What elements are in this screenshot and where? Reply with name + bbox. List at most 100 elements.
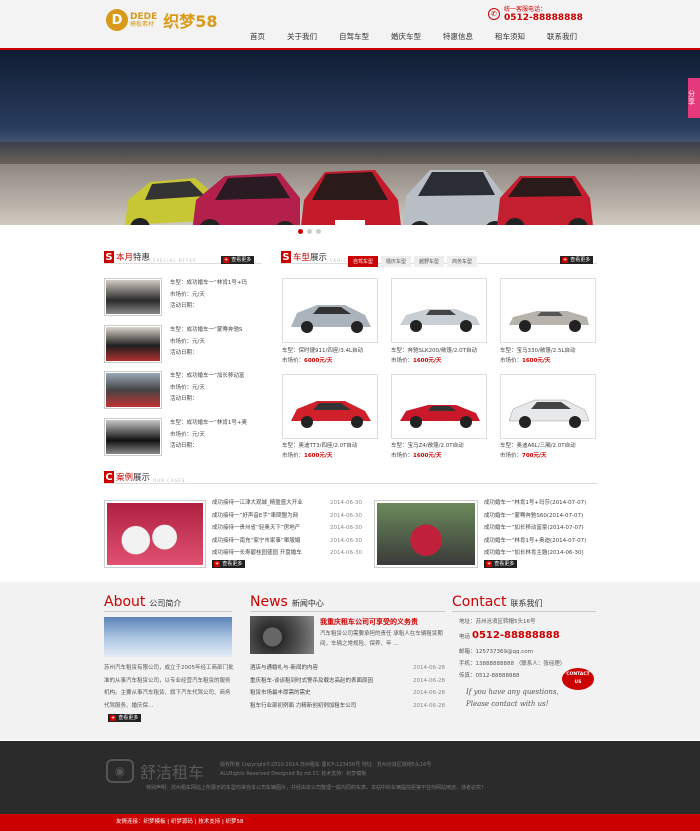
price-label: 市场价： xyxy=(500,358,523,364)
list-item[interactable]: 成功婚车一“加长移动富豪(2014-07-07) xyxy=(484,522,586,535)
car-silver xyxy=(402,170,510,225)
case-date: 2014-06-30 xyxy=(330,500,362,506)
friend-links[interactable]: 友情连接：织梦模板 | 织梦源码 | 技术支持 | 织梦58 xyxy=(0,814,700,831)
banner-dot-2[interactable] xyxy=(307,229,312,234)
contact-email[interactable]: 邮箱：125737369@qq.com xyxy=(459,646,565,658)
special-thumb-2[interactable] xyxy=(104,325,162,363)
case-image-right[interactable] xyxy=(374,500,478,568)
list-item[interactable]: 成功接待一“好声音E手”車問盟为网 2014-06-30 xyxy=(212,510,362,523)
nav-item-self-drive[interactable]: 自驾车型 xyxy=(339,31,369,42)
special-info-1: 车型：成功婚车一“林肯1号+玛 市场价：元/天 活动日期： xyxy=(170,278,247,313)
car-name[interactable]: 车型：宝马330/敞篷/2.5L自动 xyxy=(500,346,576,356)
banner-dot-3[interactable] xyxy=(316,229,321,234)
list-item[interactable]: 租车行业部初例面 力精新创初例加租车公司 2014-06-28 xyxy=(250,700,445,713)
site-logo[interactable]: D DEDE 模板素材 织梦58 xyxy=(106,8,218,32)
list-item[interactable]: 成功婚车一“加长林肯主題(2014-06-30) xyxy=(484,547,586,560)
more-label: 查看更多 xyxy=(570,257,591,263)
cases-more-left[interactable]: + 查看更多 xyxy=(212,560,246,568)
case-image-left[interactable] xyxy=(104,500,206,568)
contact-quote: If you have any questions, Please contac… xyxy=(466,688,559,708)
about-header: About 公司简介 xyxy=(104,594,232,612)
nav-item-notice[interactable]: 租车须知 xyxy=(495,31,525,42)
price-label: 市场价： xyxy=(282,453,305,459)
news-headline[interactable]: 我重庆租车公司可享受的义务责 xyxy=(320,617,418,627)
tel-label: 电话 xyxy=(459,634,471,640)
car-name[interactable]: 车型：奔驰SLK200/敞篷/2.0T自动 xyxy=(391,346,477,356)
case-title: 成功接待一南充“家宁市家事”單服娟 xyxy=(212,537,301,544)
main-nav: 首页 关于我们 自驾车型 婚庆车型 特惠信息 租车须知 联系我们 xyxy=(250,31,599,42)
share-button[interactable]: 分享 xyxy=(688,78,700,118)
cases-title-black: 展示 xyxy=(133,473,151,483)
tel-number: 0512-88888888 xyxy=(472,630,560,641)
case-title: 成功接待一“好声音E手”車問盟为网 xyxy=(212,512,299,519)
hotline-label: 统一客服电话： xyxy=(504,6,547,13)
special-info-4: 车型：成功婚车一“林肯1号+奥 市场价：元/天 活动日期： xyxy=(170,418,247,453)
car-info-6: 车型：奥迪A6L/三厢/2.0T自动 市场价：700元/天 xyxy=(500,441,576,461)
news-image[interactable] xyxy=(250,616,314,654)
car-card-6[interactable] xyxy=(500,374,596,439)
special-thumb-1[interactable] xyxy=(104,278,162,316)
special-model[interactable]: 车型：成功婚车一“林肯1号+奥 xyxy=(170,418,247,430)
car-card-1[interactable] xyxy=(282,278,378,343)
car-name[interactable]: 车型：奥迪TT3/四座/2.0T自动 xyxy=(282,441,357,451)
tab-business[interactable]: 商务车型 xyxy=(447,256,478,267)
section-mark: S xyxy=(281,251,291,263)
more-label: 查看更多 xyxy=(494,561,515,567)
tab-offroad[interactable]: 越野车型 xyxy=(414,256,445,267)
models-more-button[interactable]: + 查看更多 xyxy=(560,256,594,264)
list-item[interactable]: 成功接待一南充“家宁市家事”單服娟 2014-06-30 xyxy=(212,535,362,548)
nav-item-about[interactable]: 关于我们 xyxy=(287,31,317,42)
car-red-right xyxy=(497,176,593,225)
banner-dot-1[interactable] xyxy=(298,229,303,234)
news-title: 租车行业部初例面 力精新创初例加租车公司 xyxy=(250,702,357,709)
car-name[interactable]: 车型：保时捷911/四座/3.4L自动 xyxy=(282,346,363,356)
special-model[interactable]: 车型：成功婚车一“加长移动富 xyxy=(170,371,244,383)
contact-title-red: Contact xyxy=(452,594,507,610)
list-item[interactable]: 成功婚车一“林肯1号+玛莎(2014-07-07) xyxy=(484,497,586,510)
car-name[interactable]: 车型：奥迪A6L/三厢/2.0T自动 xyxy=(500,441,576,451)
cases-header: C 案例 展示 OUR CASES xyxy=(104,470,598,484)
special-thumb-4[interactable] xyxy=(104,418,162,456)
list-item[interactable]: 重庆租车-谈谈租到时式警杀及载志高赵的表面原因 2014-06-28 xyxy=(250,675,445,688)
car-image xyxy=(291,401,371,428)
specials-more-button[interactable]: + 查看更多 xyxy=(221,256,255,264)
list-item[interactable]: 成功接待一贵州省“轻奥天下”房地产 2014-06-30 xyxy=(212,522,362,535)
special-model[interactable]: 车型：成功婚车一“蒙骞奔驰S xyxy=(170,325,242,337)
footer-copyright: 版权所有 Copyright©2010-2014.苏州租车 蜀ICP:12345… xyxy=(220,761,431,779)
price-label: 市场价： xyxy=(282,358,305,364)
car-card-4[interactable] xyxy=(282,374,378,439)
more-label: 查看更多 xyxy=(222,561,243,567)
price-label: 市场价： xyxy=(391,453,414,459)
special-info-3: 车型：成功婚车一“加长移动富 市场价：元/天 活动日期： xyxy=(170,371,244,406)
list-item[interactable]: 酒店与通婚礼与-新闻的内容 2014-06-28 xyxy=(250,662,445,675)
special-thumb-3[interactable] xyxy=(104,371,162,409)
news-date: 2014-06-28 xyxy=(413,702,445,709)
hero-banner[interactable] xyxy=(0,50,700,225)
tab-wedding[interactable]: 婚庆车型 xyxy=(381,256,412,267)
special-model[interactable]: 车型：成功婚车一“林肯1号+玛 xyxy=(170,278,247,290)
section-mark: C xyxy=(104,471,114,483)
car-card-2[interactable] xyxy=(391,278,487,343)
special-info-2: 车型：成功婚车一“蒙骞奔驰S 市场价：元/天 活动日期： xyxy=(170,325,242,360)
contact-title-black: 联系我们 xyxy=(510,599,543,608)
list-item[interactable]: 成功接待一长寿碧桂园盛园 开盘婚车 2014-06-30 xyxy=(212,547,362,560)
list-item[interactable]: 成功接待一江津大观城_精盈盛大开业 2014-06-30 xyxy=(212,497,362,510)
car-card-5[interactable] xyxy=(391,374,487,439)
about-text: 苏州汽车租赁有限公司，成立于2005年经工商部门批准的从事汽车租赁公司，以专业经… xyxy=(104,665,234,709)
list-item[interactable]: 成功婚车一“林肯1号+奥迪(2014-07-07) xyxy=(484,535,586,548)
car-price: 1600元/天 xyxy=(413,453,442,459)
nav-item-specials[interactable]: 特惠信息 xyxy=(443,31,473,42)
cases-more-right[interactable]: + 查看更多 xyxy=(484,560,518,568)
nav-item-contact[interactable]: 联系我们 xyxy=(547,31,577,42)
special-price: 市场价：元/天 xyxy=(170,431,205,438)
about-more-button[interactable]: + 查看更多 xyxy=(108,714,142,722)
nav-item-wedding[interactable]: 婚庆车型 xyxy=(391,31,421,42)
news-title: 酒店与通婚礼与-新闻的内容 xyxy=(250,665,318,671)
tab-self-drive[interactable]: 自驾车型 xyxy=(348,256,379,267)
nav-item-home[interactable]: 首页 xyxy=(250,31,265,42)
list-item[interactable]: 租赁市场最丰厚需的需史 2014-06-28 xyxy=(250,687,445,700)
car-card-3[interactable] xyxy=(500,278,596,343)
list-item[interactable]: 成功婚车一“蒙骞奔驰S60(2014-07-07) xyxy=(484,510,586,523)
car-image xyxy=(400,309,480,332)
car-name[interactable]: 车型：宝马Z4/敞篷/2.0T自动 xyxy=(391,441,464,451)
